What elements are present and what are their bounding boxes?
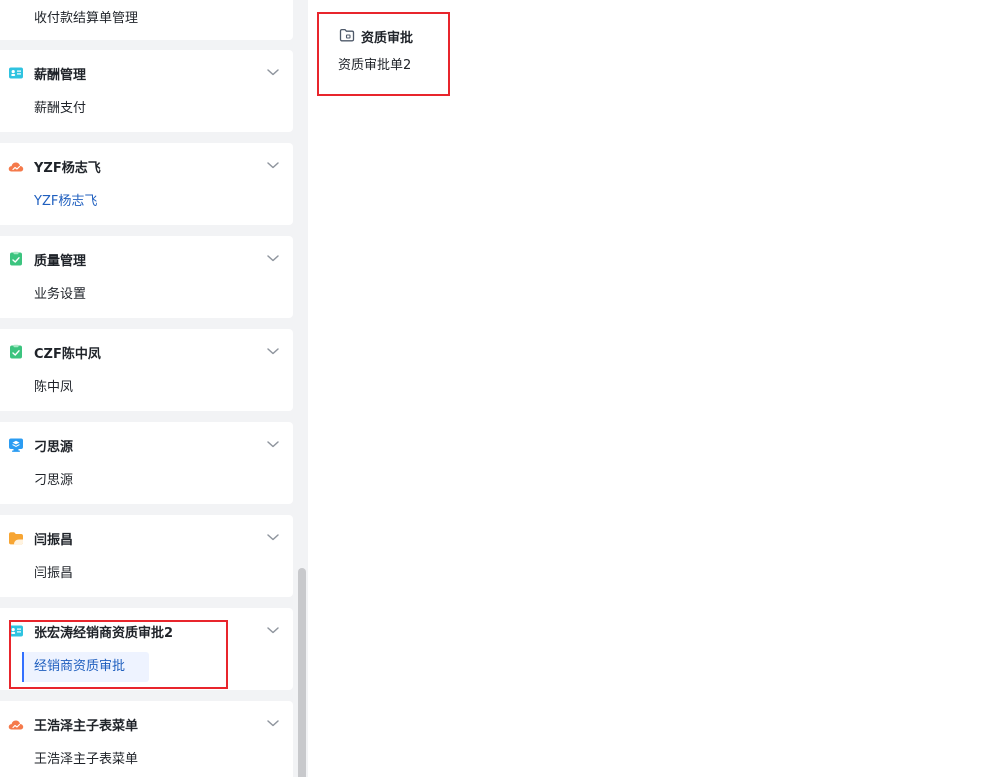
sidebar-group-header[interactable]: CZF陈中凤 bbox=[0, 329, 293, 373]
folder-icon bbox=[9, 532, 23, 545]
sidebar-group-header[interactable]: 王浩泽主子表菜单 bbox=[0, 701, 293, 745]
chevron-down-icon[interactable] bbox=[263, 62, 283, 82]
sidebar-scrollbar-thumb[interactable] bbox=[298, 568, 306, 777]
chevron-down-icon[interactable] bbox=[263, 620, 283, 640]
id-card-icon bbox=[9, 67, 23, 79]
sidebar-group-header[interactable]: 闫振昌 bbox=[0, 515, 293, 559]
sidebar-item-business-settings[interactable]: 业务设置 bbox=[22, 280, 110, 310]
sidebar-group-settlement: 收付款结算单管理 bbox=[0, 0, 293, 40]
chevron-down-icon[interactable] bbox=[263, 713, 283, 733]
chevron-down-icon[interactable] bbox=[263, 527, 283, 547]
highlight-annotation-sidebar bbox=[9, 620, 228, 689]
sidebar-group-yan: 闫振昌 闫振昌 bbox=[0, 515, 293, 597]
chevron-down-icon[interactable] bbox=[263, 341, 283, 361]
sidebar-group-wang: 王浩泽主子表菜单 王浩泽主子表菜单 bbox=[0, 701, 293, 777]
chevron-down-icon[interactable] bbox=[263, 434, 283, 454]
sidebar-group-header[interactable]: 质量管理 bbox=[0, 236, 293, 280]
checklist-icon bbox=[10, 251, 22, 266]
sidebar-group-header[interactable]: 刁思源 bbox=[0, 422, 293, 466]
sidebar-group-title: 闫振昌 bbox=[34, 533, 74, 548]
chevron-down-icon[interactable] bbox=[263, 248, 283, 268]
monitor-layers-icon bbox=[9, 438, 23, 452]
sidebar-group-title: CZF陈中凤 bbox=[34, 347, 101, 362]
sidebar-group-header[interactable]: YZF杨志飞 bbox=[0, 143, 293, 187]
sidebar-item-yzf[interactable]: YZF杨志飞 bbox=[22, 187, 121, 217]
cloud-icon bbox=[8, 720, 24, 730]
sidebar-item-diao[interactable]: 刁思源 bbox=[22, 466, 97, 496]
sidebar-item-czf[interactable]: 陈中凤 bbox=[22, 373, 97, 403]
sidebar-group-salary: 薪酬管理 薪酬支付 bbox=[0, 50, 293, 132]
sidebar-group-title: 质量管理 bbox=[34, 254, 87, 269]
checklist-icon bbox=[10, 344, 22, 359]
sidebar-group-czf: CZF陈中凤 陈中凤 bbox=[0, 329, 293, 411]
sidebar-group-title: 薪酬管理 bbox=[34, 68, 87, 83]
sidebar-group-title: 王浩泽主子表菜单 bbox=[34, 719, 139, 734]
sidebar-group-yzf: YZF杨志飞 YZF杨志飞 bbox=[0, 143, 293, 225]
sidebar-group-title: 刁思源 bbox=[34, 440, 74, 455]
sidebar-item-salary-payment[interactable]: 薪酬支付 bbox=[22, 94, 110, 124]
cloud-icon bbox=[8, 162, 24, 172]
sidebar-item-wang-menu[interactable]: 王浩泽主子表菜单 bbox=[22, 745, 162, 775]
sidebar-group-header[interactable]: 薪酬管理 bbox=[0, 50, 293, 94]
sidebar-group-quality: 质量管理 业务设置 bbox=[0, 236, 293, 318]
sidebar-item-yan[interactable]: 闫振昌 bbox=[22, 559, 97, 589]
sidebar-group-title: YZF杨志飞 bbox=[34, 161, 101, 176]
highlight-annotation-main bbox=[317, 12, 450, 96]
sidebar-group-diao: 刁思源 刁思源 bbox=[0, 422, 293, 504]
chevron-down-icon[interactable] bbox=[263, 155, 283, 175]
sidebar-item-settlement-management[interactable]: 收付款结算单管理 bbox=[22, 4, 162, 34]
